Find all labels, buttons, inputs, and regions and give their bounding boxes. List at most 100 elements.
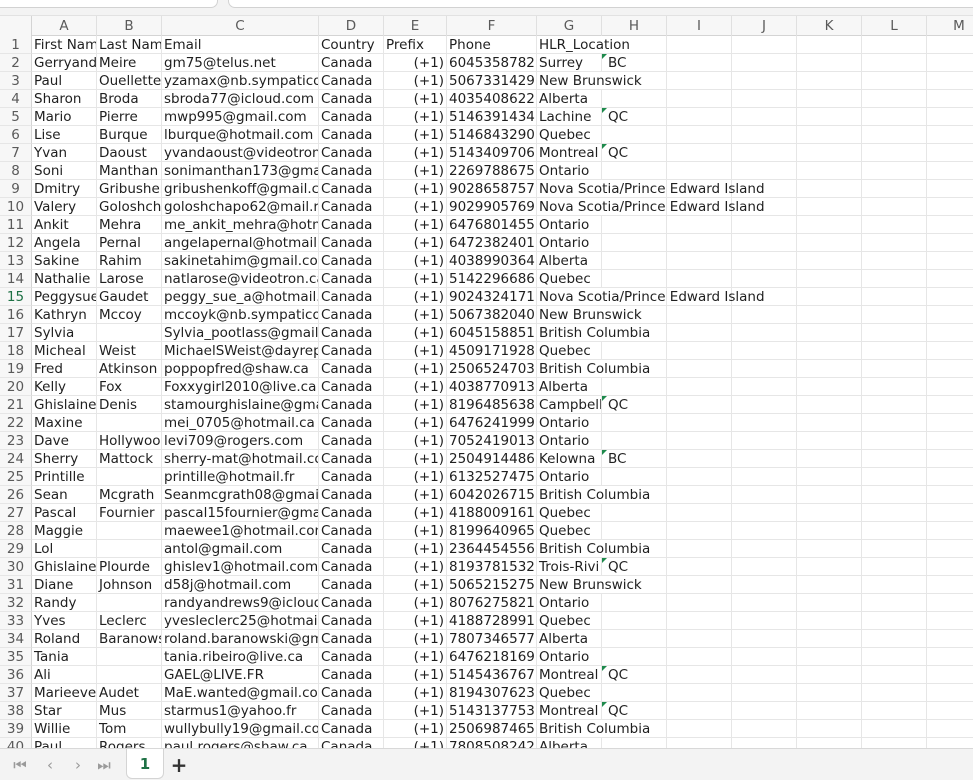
cell-i2[interactable] — [667, 54, 732, 72]
cell-l20[interactable] — [862, 378, 927, 396]
cell-i21[interactable] — [667, 396, 732, 414]
column-header-h[interactable]: H — [602, 16, 667, 36]
column-header-a[interactable]: A — [32, 16, 97, 36]
cell-a28[interactable]: Maggie — [32, 522, 97, 540]
cell-f4[interactable]: 4035408622 — [447, 90, 537, 108]
cell-b4[interactable]: Broda — [97, 90, 162, 108]
cell-c8[interactable]: sonimanthan173@gmai — [162, 162, 319, 180]
row-header[interactable]: 19 — [0, 360, 32, 378]
cell-c25[interactable]: printille@hotmail.fr — [162, 468, 319, 486]
cell-d4[interactable]: Canada — [319, 90, 384, 108]
cell-e36[interactable]: (+1) — [384, 666, 447, 684]
cell-d7[interactable]: Canada — [319, 144, 384, 162]
cell-c15[interactable]: peggy_sue_a@hotmail.c — [162, 288, 319, 306]
cell-i37[interactable] — [667, 684, 732, 702]
cell-g4[interactable]: Alberta — [537, 90, 602, 108]
cell-f3[interactable]: 5067331429 — [447, 72, 537, 90]
row-header[interactable]: 38 — [0, 702, 32, 720]
cell-b23[interactable]: Hollywoo — [97, 432, 162, 450]
cell-c26[interactable]: Seanmcgrath08@gmail — [162, 486, 319, 504]
cell-b10[interactable]: Goloshcha — [97, 198, 162, 216]
cell-b32[interactable] — [97, 594, 162, 612]
cell-g30[interactable]: Trois-Rivi — [537, 558, 602, 576]
cell-m23[interactable] — [927, 432, 973, 450]
cell-l18[interactable] — [862, 342, 927, 360]
cell-g37[interactable]: Quebec — [537, 684, 602, 702]
cell-a4[interactable]: Sharon — [32, 90, 97, 108]
cell-d36[interactable]: Canada — [319, 666, 384, 684]
cell-m34[interactable] — [927, 630, 973, 648]
cell-m19[interactable] — [927, 360, 973, 378]
cell-a2[interactable]: Gerryanda — [32, 54, 97, 72]
cell-d32[interactable]: Canada — [319, 594, 384, 612]
cell-l1[interactable] — [862, 36, 927, 54]
cell-a38[interactable]: Star — [32, 702, 97, 720]
cell-m21[interactable] — [927, 396, 973, 414]
cell-b7[interactable]: Daoust — [97, 144, 162, 162]
cell-l36[interactable] — [862, 666, 927, 684]
cell-l3[interactable] — [862, 72, 927, 90]
cell-g32[interactable]: Ontario — [537, 594, 602, 612]
cell-d10[interactable]: Canada — [319, 198, 384, 216]
cell-k22[interactable] — [797, 414, 862, 432]
cell-f37[interactable]: 8194307623 — [447, 684, 537, 702]
cell-e18[interactable]: (+1) — [384, 342, 447, 360]
cell-j24[interactable] — [732, 450, 797, 468]
next-sheet-icon[interactable]: › — [68, 755, 88, 775]
cell-l22[interactable] — [862, 414, 927, 432]
cell-e31[interactable]: (+1) — [384, 576, 447, 594]
cell-h11[interactable] — [602, 216, 667, 234]
cell-f24[interactable]: 2504914486 — [447, 450, 537, 468]
cell-b21[interactable]: Denis — [97, 396, 162, 414]
cell-l9[interactable] — [862, 180, 927, 198]
cell-h12[interactable] — [602, 234, 667, 252]
cell-c35[interactable]: tania.ribeiro@live.ca — [162, 648, 319, 666]
row-header[interactable]: 1 — [0, 36, 32, 54]
cell-e19[interactable]: (+1) — [384, 360, 447, 378]
cell-l28[interactable] — [862, 522, 927, 540]
cell-h36[interactable]: QC — [602, 666, 667, 684]
cell-l19[interactable] — [862, 360, 927, 378]
cell-e23[interactable]: (+1) — [384, 432, 447, 450]
cell-c16[interactable]: mccoyk@nb.sympatico. — [162, 306, 319, 324]
cell-c3[interactable]: yzamax@nb.sympatico. — [162, 72, 319, 90]
row-header[interactable]: 29 — [0, 540, 32, 558]
cell-l10[interactable] — [862, 198, 927, 216]
cell-c19[interactable]: poppopfred@shaw.ca — [162, 360, 319, 378]
cell-b15[interactable]: Gaudet — [97, 288, 162, 306]
cell-j11[interactable] — [732, 216, 797, 234]
cell-g2[interactable]: Surrey — [537, 54, 602, 72]
cell-l2[interactable] — [862, 54, 927, 72]
cell-k18[interactable] — [797, 342, 862, 360]
cell-m20[interactable] — [927, 378, 973, 396]
cell-i29[interactable] — [667, 540, 732, 558]
cell-k4[interactable] — [797, 90, 862, 108]
cell-g27[interactable]: Quebec — [537, 504, 602, 522]
spreadsheet-grid[interactable]: ABCDEFGHIJKLM 1 First Nam Last Nam Email Cou… — [0, 16, 973, 748]
cell-f32[interactable]: 8076275821 — [447, 594, 537, 612]
cell-b12[interactable]: Pernal — [97, 234, 162, 252]
cell-k35[interactable] — [797, 648, 862, 666]
cell-k24[interactable] — [797, 450, 862, 468]
cell-d30[interactable]: Canada — [319, 558, 384, 576]
cell-a40[interactable]: Paul — [32, 738, 97, 748]
first-sheet-icon[interactable]: ⏮ — [10, 755, 30, 775]
cell-h34[interactable] — [602, 630, 667, 648]
cell-f28[interactable]: 8199640965 — [447, 522, 537, 540]
cell-g25[interactable]: Ontario — [537, 468, 602, 486]
cell-b29[interactable] — [97, 540, 162, 558]
cell-m33[interactable] — [927, 612, 973, 630]
cell-e25[interactable]: (+1) — [384, 468, 447, 486]
cell-b14[interactable]: Larose — [97, 270, 162, 288]
cell-k7[interactable] — [797, 144, 862, 162]
cell-e26[interactable]: (+1) — [384, 486, 447, 504]
cell-a1[interactable]: First Nam — [32, 36, 97, 54]
cell-c23[interactable]: levi709@rogers.com — [162, 432, 319, 450]
cell-k10[interactable] — [797, 198, 862, 216]
cell-f2[interactable]: 6045358782 — [447, 54, 537, 72]
cell-c6[interactable]: lburque@hotmail.com — [162, 126, 319, 144]
column-header-m[interactable]: M — [927, 16, 973, 36]
cell-c9[interactable]: gribushenkoff@gmail.cc — [162, 180, 319, 198]
cell-d20[interactable]: Canada — [319, 378, 384, 396]
cell-i13[interactable] — [667, 252, 732, 270]
